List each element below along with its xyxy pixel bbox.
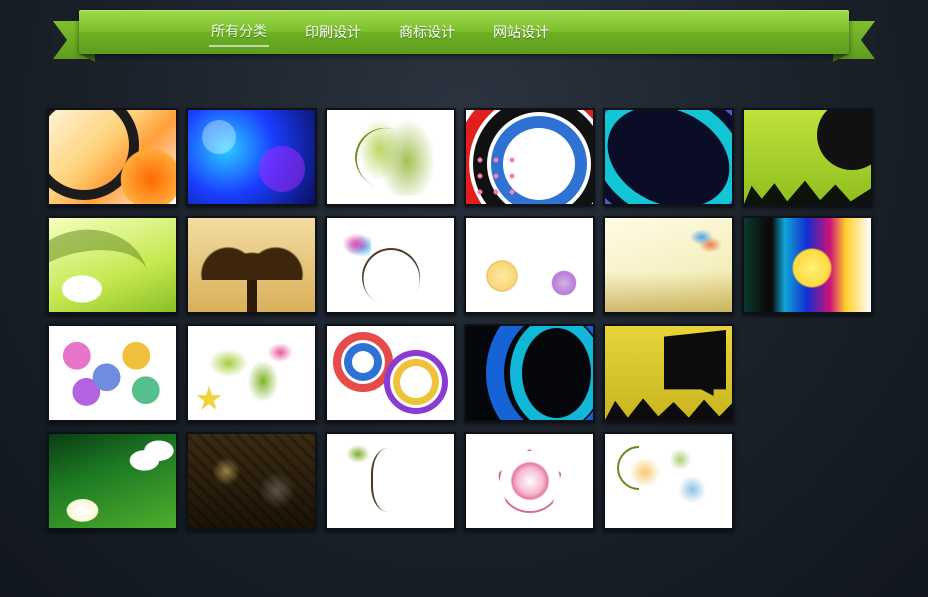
ribbon-fold-right-icon bbox=[833, 54, 849, 62]
nav-item-web[interactable]: 网站设计 bbox=[491, 18, 551, 46]
thumbnail[interactable] bbox=[325, 432, 456, 530]
thumbnail[interactable] bbox=[186, 108, 317, 206]
thumbnail[interactable] bbox=[464, 108, 595, 206]
thumbnail[interactable] bbox=[325, 216, 456, 314]
thumbnail[interactable] bbox=[603, 432, 734, 530]
thumbnail[interactable] bbox=[186, 324, 317, 422]
thumbnail[interactable] bbox=[603, 108, 734, 206]
thumbnail[interactable] bbox=[325, 108, 456, 206]
gallery-row bbox=[47, 108, 881, 206]
nav-bar: 所有分类 印刷设计 商标设计 网站设计 bbox=[79, 10, 849, 54]
nav-item-print[interactable]: 印刷设计 bbox=[303, 18, 363, 46]
gallery-row bbox=[47, 216, 881, 314]
gallery-grid bbox=[47, 108, 881, 530]
nav-ribbon: 所有分类 印刷设计 商标设计 网站设计 bbox=[79, 10, 849, 60]
thumbnail[interactable] bbox=[186, 216, 317, 314]
thumbnail[interactable] bbox=[742, 216, 873, 314]
thumbnail[interactable] bbox=[47, 432, 178, 530]
nav-item-all[interactable]: 所有分类 bbox=[209, 17, 269, 47]
thumbnail[interactable] bbox=[47, 216, 178, 314]
ribbon-fold-left-icon bbox=[79, 54, 95, 62]
thumbnail[interactable] bbox=[464, 216, 595, 314]
thumbnail[interactable] bbox=[603, 324, 734, 422]
thumbnail[interactable] bbox=[325, 324, 456, 422]
gallery-row bbox=[47, 324, 881, 422]
thumbnail[interactable] bbox=[186, 432, 317, 530]
thumbnail[interactable] bbox=[47, 324, 178, 422]
nav-item-logo[interactable]: 商标设计 bbox=[397, 18, 457, 46]
thumbnail[interactable] bbox=[603, 216, 734, 314]
thumbnail[interactable] bbox=[464, 324, 595, 422]
thumbnail[interactable] bbox=[47, 108, 178, 206]
gallery-row bbox=[47, 432, 881, 530]
thumbnail[interactable] bbox=[464, 432, 595, 530]
thumbnail[interactable] bbox=[742, 108, 873, 206]
